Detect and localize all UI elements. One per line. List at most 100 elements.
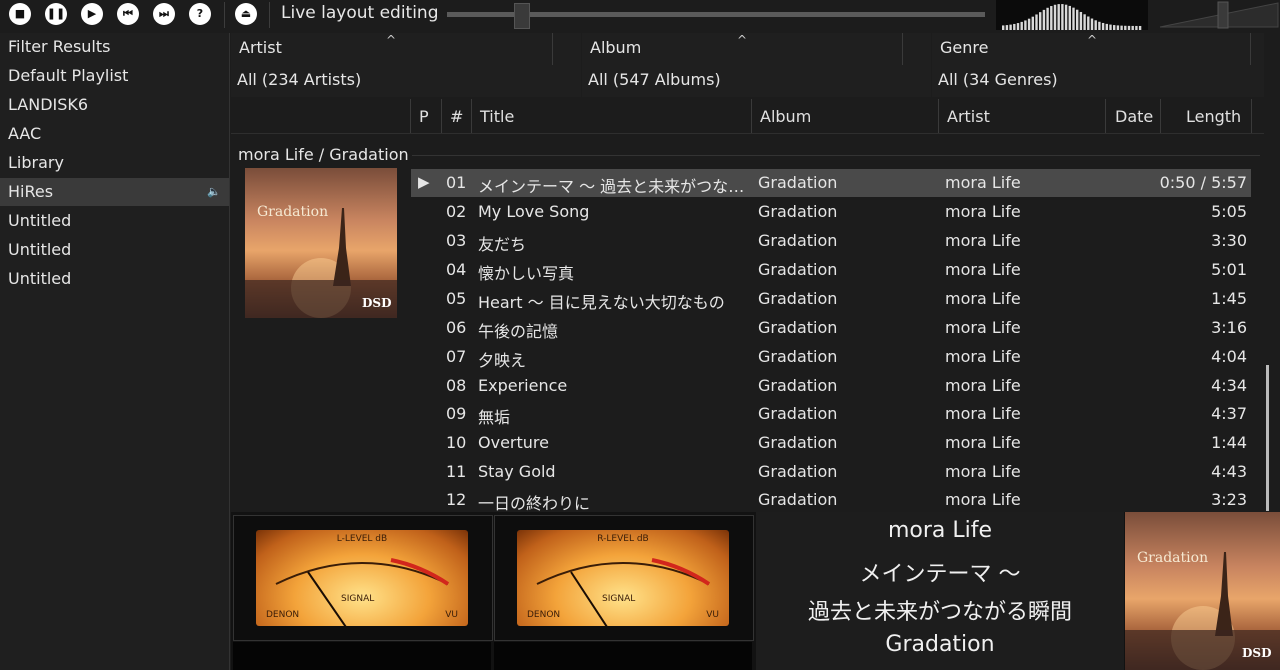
live-layout-editing-label[interactable]: Live layout editing	[281, 3, 439, 23]
track-row[interactable]: 02 My Love Song Gradation mora Life 5:05	[411, 198, 1251, 226]
playlist-item-landisk6[interactable]: LANDISK6	[0, 91, 229, 119]
now-playing-title-line1: メインテーマ 〜	[859, 562, 1021, 587]
track-album: Gradation	[758, 260, 838, 279]
track-artist: mora Life	[945, 462, 1021, 481]
track-row[interactable]: 06 午後の記憶 Gradation mora Life 3:16	[411, 314, 1251, 342]
track-row[interactable]: 08 Experience Gradation mora Life 4:34	[411, 372, 1251, 400]
volume-slider[interactable]	[1158, 0, 1280, 30]
column-divider	[1250, 33, 1251, 65]
spectrum-bar	[1039, 12, 1042, 30]
track-artist: mora Life	[945, 231, 1021, 250]
track-title: Experience	[478, 376, 568, 395]
track-number: 04	[446, 260, 467, 279]
track-number: 06	[446, 318, 467, 337]
column-header-date[interactable]: Date	[1115, 107, 1153, 126]
track-artist: mora Life	[945, 260, 1021, 279]
filter-value-genre[interactable]: All (34 Genres)	[938, 70, 1058, 89]
previous-icon[interactable]: ⏮	[117, 3, 139, 25]
sort-ascending-icon: ^	[386, 33, 397, 47]
vu-level-label: R-LEVEL dB	[597, 534, 649, 544]
vu-meter-right: R-LEVEL dB SIGNAL DENON VU	[494, 515, 754, 641]
track-row[interactable]: 04 懐かしい写真 Gradation mora Life 5:01	[411, 256, 1251, 284]
column-divider	[938, 99, 939, 133]
now-playing-panel: mora Life メインテーマ 〜 過去と未来がつながる瞬間 Gradatio…	[756, 512, 1124, 670]
track-row[interactable]: 03 友だち Gradation mora Life 3:30	[411, 227, 1251, 255]
column-divider	[1160, 99, 1161, 133]
track-album: Gradation	[758, 404, 838, 423]
column-header-artist[interactable]: Artist	[947, 107, 990, 126]
toolbar-divider	[224, 2, 225, 28]
playlist-item-hires[interactable]: HiRes 🔈	[0, 178, 229, 206]
track-row[interactable]: ▶ 01 メインテーマ 〜 過去と未来がつなが... Gradation mor…	[411, 169, 1251, 197]
seek-bar-thumb[interactable]	[514, 3, 530, 29]
column-header-album[interactable]: Album	[760, 107, 811, 126]
stop-icon[interactable]: ■	[9, 3, 31, 25]
playlist-scrollbar-thumb[interactable]	[1266, 365, 1269, 511]
spectrum-bar	[1127, 25, 1131, 30]
now-playing-artist: mora Life	[887, 518, 993, 543]
column-header-title[interactable]: Title	[480, 107, 514, 126]
track-row[interactable]: 09 無垢 Gradation mora Life 4:37	[411, 400, 1251, 428]
playlist-item-library[interactable]: Library	[0, 149, 229, 177]
play-icon[interactable]: ▶	[81, 3, 103, 25]
pause-icon[interactable]: ❚❚	[45, 3, 67, 25]
track-album: Gradation	[758, 318, 838, 337]
dsd-badge: DSD	[1242, 646, 1272, 660]
spectrum-bar	[1109, 24, 1112, 30]
dsd-badge: DSD	[362, 296, 392, 310]
column-header-number[interactable]: #	[450, 107, 463, 126]
track-title: 懐かしい写真	[478, 264, 575, 283]
sort-ascending-icon: ^	[737, 33, 748, 47]
playlist-item-filter-results[interactable]: Filter Results	[0, 33, 229, 61]
album-filter[interactable]: Album ^ All (547 Albums)	[582, 33, 931, 97]
vu-meter-base	[494, 642, 752, 670]
filter-value-album[interactable]: All (547 Albums)	[588, 70, 721, 89]
track-length: 5:05	[1211, 202, 1247, 221]
track-row[interactable]: 05 Heart 〜 目に見えない大切なもの Gradation mora Li…	[411, 285, 1251, 313]
filter-header-genre[interactable]: Genre	[940, 38, 988, 57]
vu-brand-label: DENON	[527, 610, 561, 620]
speaker-icon: 🔈	[207, 185, 221, 198]
track-title: Overture	[478, 433, 549, 452]
track-row[interactable]: 07 夕映え Gradation mora Life 4:04	[411, 343, 1251, 371]
track-artist: mora Life	[945, 376, 1021, 395]
track-row[interactable]: 10 Overture Gradation mora Life 1:44	[411, 429, 1251, 457]
track-row[interactable]: 11 Stay Gold Gradation mora Life 4:43	[411, 458, 1251, 486]
eject-icon[interactable]: ⏏	[235, 3, 257, 25]
track-album: Gradation	[758, 202, 838, 221]
genre-filter[interactable]: Genre ^ All (34 Genres)	[932, 33, 1264, 97]
track-length: 5:01	[1211, 260, 1247, 279]
track-title: 友だち	[478, 235, 527, 254]
playlist-item-label: Library	[8, 153, 64, 172]
spectrum-bar	[1053, 4, 1057, 30]
spectrum-bar	[1138, 25, 1142, 30]
playlist-item-untitled[interactable]: Untitled	[0, 265, 229, 293]
playlist-item-aac[interactable]: AAC	[0, 120, 229, 148]
spectrum-bar	[1101, 22, 1105, 30]
track-number: 02	[446, 202, 467, 221]
artist-filter[interactable]: Artist ^ All (234 Artists)	[231, 33, 581, 97]
playlist-item-untitled[interactable]: Untitled	[0, 236, 229, 264]
next-icon[interactable]: ⏭	[153, 3, 175, 25]
spectrum-bar	[1098, 21, 1101, 30]
vu-level-label: L-LEVEL dB	[336, 534, 388, 544]
column-header-playing[interactable]: P	[419, 107, 429, 126]
track-row[interactable]: 12 一日の終わりに Gradation mora Life 3:23	[411, 486, 1251, 514]
track-length: 4:34	[1211, 376, 1247, 395]
column-header-length[interactable]: Length	[1186, 107, 1241, 126]
playlist-item-label: Default Playlist	[8, 66, 129, 85]
spectrum-bar	[1046, 7, 1049, 30]
track-length: 3:30	[1211, 231, 1247, 250]
random-icon[interactable]: ?	[189, 3, 211, 25]
playlist-item-untitled[interactable]: Untitled	[0, 207, 229, 235]
spectrum-bar	[1072, 7, 1075, 30]
playlist-item-default-playlist[interactable]: Default Playlist	[0, 62, 229, 90]
playlist-item-label: HiRes	[8, 182, 54, 201]
playlist-column-header: P # Title Album Artist Date Length	[231, 99, 1265, 134]
spectrum-bar	[1087, 16, 1090, 30]
filter-header-artist[interactable]: Artist	[239, 38, 282, 57]
track-artist: mora Life	[945, 289, 1021, 308]
filter-header-album[interactable]: Album	[590, 38, 641, 57]
spectrum-bar	[1013, 23, 1016, 30]
filter-value-artist[interactable]: All (234 Artists)	[237, 70, 361, 89]
